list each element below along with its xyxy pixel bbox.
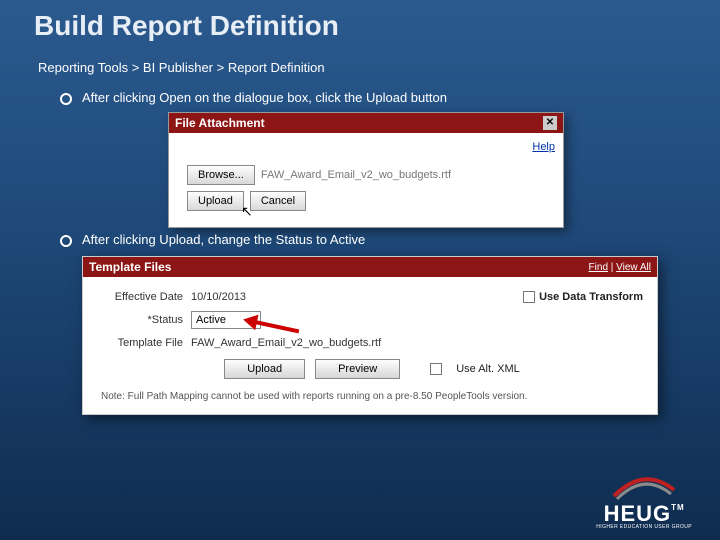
find-link[interactable]: Find	[589, 262, 608, 273]
heug-logo: HEUGTM HIGHER EDUCATION USER GROUP	[596, 472, 692, 530]
logo-subtext: HIGHER EDUCATION USER GROUP	[596, 524, 692, 530]
bullet-item-2: After clicking Upload, change the Status…	[60, 232, 660, 247]
breadcrumb: Reporting Tools > BI Publisher > Report …	[38, 60, 325, 75]
slide: Build Report Definition Reporting Tools …	[0, 0, 720, 540]
view-all-link[interactable]: View All	[616, 262, 651, 273]
template-files-panel: Template Files Find | View All Effective…	[82, 256, 658, 415]
logo-tm: TM	[671, 503, 685, 512]
cursor-icon: ↖	[241, 203, 253, 220]
logo-swish-icon	[609, 472, 679, 502]
panel-header: Template Files Find | View All	[83, 257, 657, 277]
cancel-button[interactable]: Cancel	[250, 191, 306, 211]
file-attachment-dialog: File Attachment ✕ Help Browse... FAW_Awa…	[168, 112, 564, 228]
bullet-list-2: After clicking Upload, change the Status…	[60, 232, 660, 257]
status-label: *Status	[101, 314, 191, 326]
panel-body: Effective Date 10/10/2013 Use Data Trans…	[83, 277, 657, 414]
page-title: Build Report Definition	[34, 10, 339, 42]
use-data-transform-label: Use Data Transform	[539, 291, 643, 303]
logo-text: HEUGTM	[596, 504, 692, 524]
use-data-transform-checkbox[interactable]	[523, 291, 535, 303]
template-file-value: FAW_Award_Email_v2_wo_budgets.rtf	[191, 337, 381, 349]
close-icon[interactable]: ✕	[543, 116, 557, 130]
dialog-body: Browse... FAW_Award_Email_v2_wo_budgets.…	[169, 155, 563, 227]
help-link[interactable]: Help	[532, 141, 555, 153]
panel-header-links: Find | View All	[589, 262, 651, 273]
upload-button[interactable]: Upload	[187, 191, 244, 211]
dialog-header: File Attachment ✕	[169, 113, 563, 133]
dialog-title: File Attachment	[175, 116, 265, 130]
effective-date-value: 10/10/2013	[191, 291, 246, 303]
template-file-label: Template File	[101, 337, 191, 349]
bullet-item-1: After clicking Open on the dialogue box,…	[60, 90, 660, 105]
panel-title: Template Files	[89, 260, 171, 274]
preview-button[interactable]: Preview	[315, 359, 400, 379]
help-row: Help	[169, 133, 563, 155]
use-alt-xml-checkbox[interactable]	[430, 363, 442, 375]
panel-upload-button[interactable]: Upload	[224, 359, 305, 379]
selected-filename: FAW_Award_Email_v2_wo_budgets.rtf	[261, 169, 451, 181]
use-alt-xml-label: Use Alt. XML	[456, 363, 520, 375]
status-select[interactable]: Active	[191, 311, 261, 329]
note-text: Note: Full Path Mapping cannot be used w…	[101, 391, 643, 402]
effective-date-label: Effective Date	[101, 291, 191, 303]
browse-button[interactable]: Browse...	[187, 165, 255, 185]
